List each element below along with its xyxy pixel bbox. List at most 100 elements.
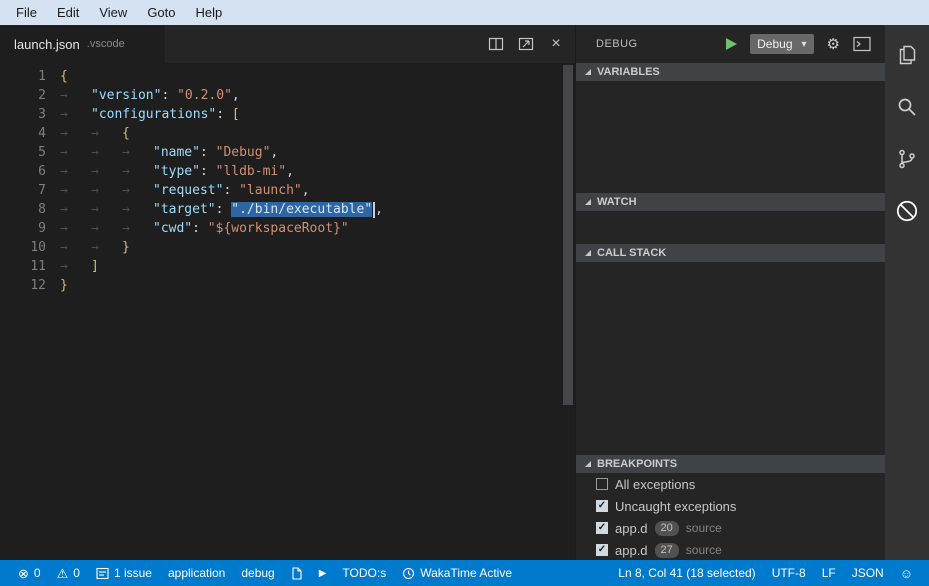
code-line-10[interactable]: 10→→} <box>0 238 575 257</box>
code-line-5[interactable]: 5→→→"name": "Debug", <box>0 143 575 162</box>
section-expand-icon <box>585 199 591 205</box>
issues-status[interactable]: 1 issue <box>88 560 160 586</box>
split-editor-icon[interactable] <box>487 35 505 53</box>
code-editor[interactable]: 1{2→"version": "0.2.0",3→"configurations… <box>0 63 575 560</box>
warning-icon: ⚠ <box>57 567 69 580</box>
section-header-watch[interactable]: WATCH <box>576 193 885 211</box>
menu-item-goto[interactable]: Goto <box>137 0 185 25</box>
language-selector[interactable]: JSON <box>844 560 892 586</box>
breakpoint-row[interactable]: ✓app.d20source <box>576 517 885 539</box>
code-token: : <box>216 202 232 217</box>
feedback-smiley[interactable]: ☺ <box>892 560 921 586</box>
call-stack-section-body <box>576 262 885 455</box>
breakpoint-label: Uncaught exceptions <box>615 499 736 514</box>
smiley-icon: ☺ <box>900 567 913 580</box>
breakpoint-checkbox[interactable]: ✓ <box>596 544 608 556</box>
search-icon[interactable] <box>894 94 920 120</box>
code-line-8[interactable]: 8→→→"target": "./bin/executable", <box>0 200 575 219</box>
breakpoint-row[interactable]: ✓ Uncaught exceptions <box>576 495 885 517</box>
code-line-3[interactable]: 3→"configurations": [ <box>0 105 575 124</box>
section-expand-icon <box>585 461 591 467</box>
line-content: →"configurations": [ <box>60 105 240 124</box>
section-title: CALL STACK <box>597 247 666 259</box>
code-line-7[interactable]: 7→→→"request": "launch", <box>0 181 575 200</box>
error-count[interactable]: ⊗ 0 <box>10 560 49 586</box>
code-token: : <box>161 88 177 103</box>
menu-item-file[interactable]: File <box>6 0 47 25</box>
code-line-4[interactable]: 4→→{ <box>0 124 575 143</box>
breakpoint-checkbox[interactable]: ✓ <box>596 522 608 534</box>
close-icon[interactable]: × <box>547 35 565 53</box>
tab-whitespace-icon: → <box>60 181 91 200</box>
cursor-position-label: Ln 8, Col 41 (18 selected) <box>618 566 755 580</box>
line-number: 6 <box>0 162 46 181</box>
line-number: 2 <box>0 86 46 105</box>
code-token: "lldb-mi" <box>216 164 286 179</box>
tab-whitespace-icon: → <box>122 162 153 181</box>
code-line-1[interactable]: 1{ <box>0 67 575 86</box>
file-icon <box>291 567 303 580</box>
debug-controls: Debug ▾ ⚙ <box>726 34 871 54</box>
section-header-variables[interactable]: VARIABLES <box>576 63 885 81</box>
code-line-6[interactable]: 6→→→"type": "lldb-mi", <box>0 162 575 181</box>
source-control-icon[interactable] <box>894 146 920 172</box>
code-token: : <box>200 145 216 160</box>
code-token: , <box>270 145 278 160</box>
breakpoint-row[interactable]: All exceptions <box>576 473 885 495</box>
editor-scrollbar[interactable] <box>561 63 575 560</box>
scrollbar-thumb[interactable] <box>563 65 573 405</box>
debug-config-dropdown[interactable]: Debug ▾ <box>750 34 813 54</box>
code-token: "launch" <box>239 183 302 198</box>
line-content: →→{ <box>60 124 130 143</box>
cursor-position[interactable]: Ln 8, Col 41 (18 selected) <box>610 560 763 586</box>
code-token: "Debug" <box>216 145 271 160</box>
tab-launch-json[interactable]: launch.json .vscode <box>0 25 165 63</box>
open-preview-icon[interactable] <box>517 35 535 53</box>
warning-count[interactable]: ⚠ 0 <box>49 560 88 586</box>
section-header-breakpoints[interactable]: BREAKPOINTS <box>576 455 885 473</box>
build-type-selector[interactable]: debug <box>233 560 282 586</box>
breakpoint-row[interactable]: ✓app.d27source <box>576 539 885 560</box>
breakpoint-checkbox[interactable] <box>596 478 608 490</box>
code-line-12[interactable]: 12} <box>0 276 575 295</box>
build-config-label: application <box>168 566 225 580</box>
line-content: →→→"target": "./bin/executable", <box>60 200 383 219</box>
start-debug-icon[interactable] <box>726 38 737 50</box>
todo-status[interactable]: TODO:s <box>334 560 394 586</box>
code-token: : <box>216 107 232 122</box>
vscode-window: FileEditViewGotoHelp launch.json .vscode <box>0 0 929 586</box>
eol-selector[interactable]: LF <box>814 560 844 586</box>
eol-label: LF <box>822 566 836 580</box>
tab-whitespace-icon: → <box>60 124 91 143</box>
file-status[interactable] <box>283 560 311 586</box>
breakpoints-list: All exceptions ✓ Uncaught exceptions ✓app.d… <box>576 473 885 560</box>
debug-icon[interactable] <box>894 198 920 224</box>
menu-item-view[interactable]: View <box>89 0 137 25</box>
run-build-button[interactable]: ▶ <box>311 560 335 586</box>
breakpoint-checkbox[interactable]: ✓ <box>596 500 608 512</box>
code-token: "name" <box>153 145 200 160</box>
editor-lines: 1{2→"version": "0.2.0",3→"configurations… <box>0 67 575 295</box>
menu-item-help[interactable]: Help <box>186 0 233 25</box>
code-line-9[interactable]: 9→→→"cwd": "${workspaceRoot}" <box>0 219 575 238</box>
code-line-11[interactable]: 11→] <box>0 257 575 276</box>
gear-icon[interactable]: ⚙ <box>827 35 840 53</box>
line-number: 7 <box>0 181 46 200</box>
explorer-icon[interactable] <box>894 42 920 68</box>
section-expand-icon <box>585 69 591 75</box>
status-bar-right: Ln 8, Col 41 (18 selected) UTF-8 LF JSON… <box>610 560 929 586</box>
chevron-down-icon: ▾ <box>802 39 807 50</box>
code-line-2[interactable]: 2→"version": "0.2.0", <box>0 86 575 105</box>
debug-console-icon[interactable] <box>853 35 871 53</box>
encoding-selector[interactable]: UTF-8 <box>764 560 814 586</box>
build-config-selector[interactable]: application <box>160 560 233 586</box>
editor-actions: × <box>487 25 565 63</box>
code-token: ] <box>91 259 99 274</box>
tab-folder-label: .vscode <box>87 38 125 50</box>
section-header-call-stack[interactable]: CALL STACK <box>576 244 885 262</box>
section-title: BREAKPOINTS <box>597 458 677 470</box>
code-token: "${workspaceRoot}" <box>208 221 349 236</box>
tab-whitespace-icon: → <box>91 124 122 143</box>
wakatime-status[interactable]: WakaTime Active <box>394 560 520 586</box>
menu-item-edit[interactable]: Edit <box>47 0 89 25</box>
